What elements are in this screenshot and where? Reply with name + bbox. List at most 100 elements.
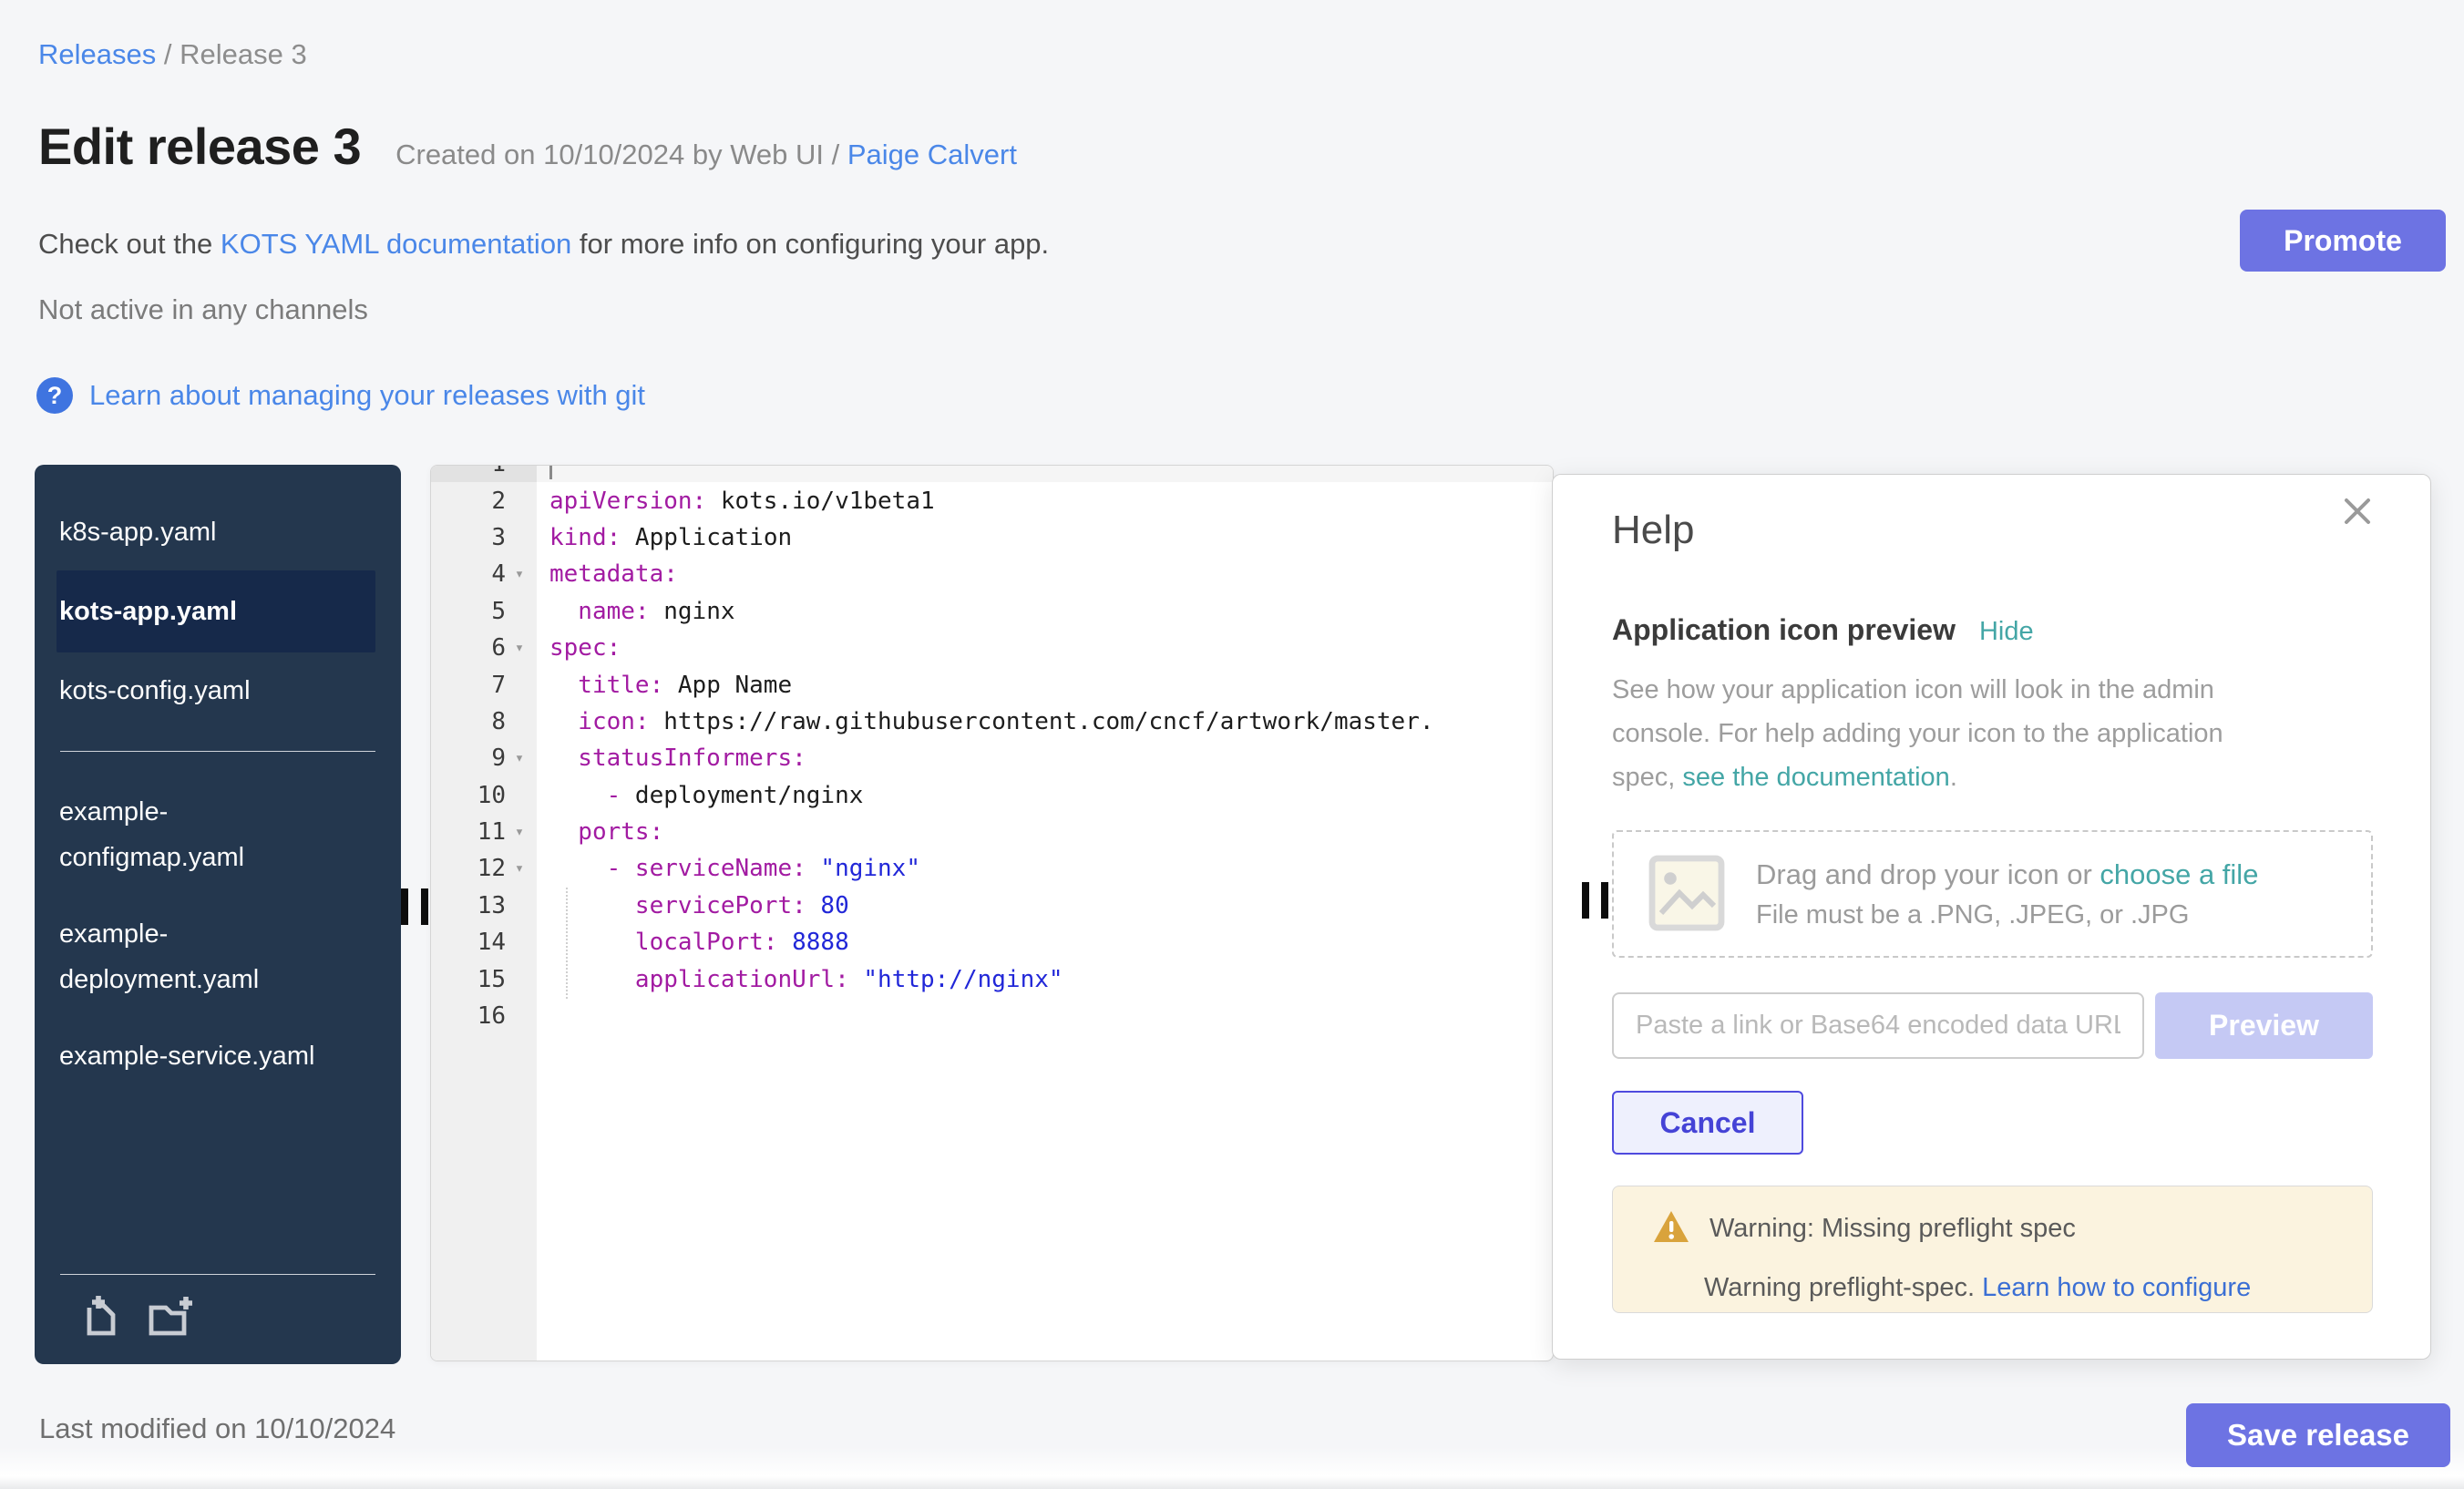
sidebar-file-example-service.yaml[interactable]: example-service.yaml [35,1018,335,1094]
bottom-fade [0,1447,2464,1489]
git-help-row: ? Learn about managing your releases wit… [36,377,645,414]
close-icon[interactable] [2337,491,2377,531]
channel-status: Not active in any channels [38,293,368,326]
created-meta: Created on 10/10/2024 by Web UI / Paige … [395,139,1017,171]
line-number: 6 [431,634,506,662]
fold-caret-icon[interactable]: ▾ [506,565,533,583]
breadcrumb-releases-link[interactable]: Releases [38,38,156,70]
yaml-editor[interactable]: 1---2apiVersion: kots.io/v1beta1 3 kind: A… [430,465,1554,1361]
icon-preview-description: See how your application icon will look … [1612,668,2250,799]
code-line-15[interactable]: 15 applicationUrl: "http://nginx" [431,960,1553,997]
code-line-16[interactable]: 16 [431,998,1553,1034]
code-text [537,998,1553,1034]
page-title: Edit release 3 [38,117,361,176]
fold-caret-icon[interactable]: ▾ [506,859,533,878]
author-link[interactable]: Paige Calvert [847,139,1017,170]
dropzone-hint: File must be a .PNG, .JPEG, or .JPG [1756,900,2258,930]
new-file-icon[interactable] [77,1291,129,1344]
kots-yaml-doc-link[interactable]: KOTS YAML documentation [221,228,571,260]
line-number: 1 [431,465,506,478]
code-line-10[interactable]: 10 - deployment/nginx [431,777,1553,814]
code-line-12[interactable]: 12▾ - serviceName: "nginx" [431,850,1553,887]
line-number: 15 [431,966,506,993]
save-release-button[interactable]: Save release [2186,1403,2450,1467]
dropzone-text: Drag and drop your icon or choose a file… [1756,858,2258,930]
icon-dropzone[interactable]: Drag and drop your icon or choose a file… [1612,830,2373,958]
line-number: 5 [431,598,506,625]
code-text: kind: Application [537,519,1553,556]
code-line-13[interactable]: 13 servicePort: 80 [431,888,1553,924]
code-line-4[interactable]: 4▾metadata: [431,556,1553,592]
file-list: k8s-app.yamlkots-app.yamlkots-config.yam… [35,494,401,729]
hide-link[interactable]: Hide [1979,617,2034,647]
preflight-warning: Warning: Missing preflight spec Warning … [1612,1186,2373,1313]
cancel-button[interactable]: Cancel [1612,1091,1803,1155]
warning-body: Warning preflight-spec. Learn how to con… [1704,1273,2345,1303]
code-text: title: App Name [537,666,1553,703]
breadcrumb-separator: / [164,38,180,70]
sidebar-file-example-deployment.yaml[interactable]: example-deployment.yaml [35,896,335,1018]
code-text: ports: [537,814,1553,850]
line-number: 13 [431,892,506,919]
code-line-5[interactable]: 5 name: nginx [431,593,1553,630]
text-cursor [549,465,552,479]
line-number: 7 [431,672,506,699]
choose-file-link[interactable]: choose a file [2100,858,2258,890]
fold-caret-icon[interactable]: ▾ [506,639,533,657]
code-line-3[interactable]: 3 kind: Application [431,519,1553,556]
icon-url-input[interactable] [1612,992,2144,1059]
line-number: 10 [431,782,506,809]
code-text: metadata: [537,556,1553,592]
code-text: applicationUrl: "http://nginx" [537,960,1553,997]
warning-triangle-icon [1651,1208,1691,1249]
preview-button[interactable]: Preview [2155,992,2373,1059]
sidebar-file-kots-app.yaml[interactable]: kots-app.yaml [56,570,375,652]
sidebar-bottom [35,1274,401,1364]
line-number: 8 [431,708,506,735]
left-splitter-handle-2[interactable] [421,888,428,925]
code-line-9[interactable]: 9▾ statusInformers: [431,740,1553,776]
see-documentation-link[interactable]: see the documentation [1682,763,1949,792]
sidebar-file-k8s-app.yaml[interactable]: k8s-app.yaml [35,494,335,570]
code-text: - deployment/nginx [537,777,1553,814]
sidebar-file-kots-config.yaml[interactable]: kots-config.yaml [35,652,335,729]
line-number: 3 [431,524,506,551]
icon-preview-title: Application icon preview [1612,613,1956,647]
code-text: spec: [537,630,1553,666]
help-title: Help [1612,508,1695,553]
code-text: localPort: 8888 [537,924,1553,960]
line-number: 12 [431,855,506,882]
code-line-2[interactable]: 2apiVersion: kots.io/v1beta1 [431,482,1553,519]
code-line-11[interactable]: 11▾ ports: [431,814,1553,850]
learn-how-to-configure-link[interactable]: Learn how to configure [1982,1273,2251,1302]
sidebar-file-example-configmap.yaml[interactable]: example-configmap.yaml [35,774,335,896]
fold-caret-icon[interactable]: ▾ [506,749,533,767]
fold-caret-icon[interactable]: ▾ [506,823,533,841]
warning-title: Warning: Missing preflight spec [1709,1214,2076,1244]
example-file-list: example-configmap.yamlexample-deployment… [35,774,401,1094]
line-number: 11 [431,818,506,846]
breadcrumb: Releases / Release 3 [38,38,307,71]
sidebar-bottom-divider [60,1274,375,1275]
code-line-8[interactable]: 8 icon: https://raw.githubusercontent.co… [431,703,1553,740]
promote-button[interactable]: Promote [2240,210,2446,272]
git-releases-link[interactable]: Learn about managing your releases with … [89,379,645,412]
left-splitter-handle-1[interactable] [401,888,408,925]
right-splitter-handle-2[interactable] [1601,882,1608,919]
code-line-14[interactable]: 14 localPort: 8888 [431,924,1553,960]
code-line-1[interactable]: 1--- [431,465,1553,482]
sidebar-divider [60,751,375,752]
right-splitter-handle-1[interactable] [1582,882,1589,919]
line-number: 16 [431,1002,506,1030]
code-line-7[interactable]: 7 title: App Name [431,666,1553,703]
code-line-6[interactable]: 6▾spec: [431,630,1553,666]
code-text: servicePort: 80 [537,888,1553,924]
last-modified-text: Last modified on 10/10/2024 [39,1412,395,1445]
code-text: name: nginx [537,593,1553,630]
image-placeholder-icon [1647,844,1727,945]
new-folder-icon[interactable] [144,1291,197,1344]
question-circle-icon: ? [36,377,73,414]
code-text: statusInformers: [537,740,1553,776]
title-row: Edit release 3 Created on 10/10/2024 by … [38,117,1017,176]
code-text: apiVersion: kots.io/v1beta1 [537,482,1553,519]
